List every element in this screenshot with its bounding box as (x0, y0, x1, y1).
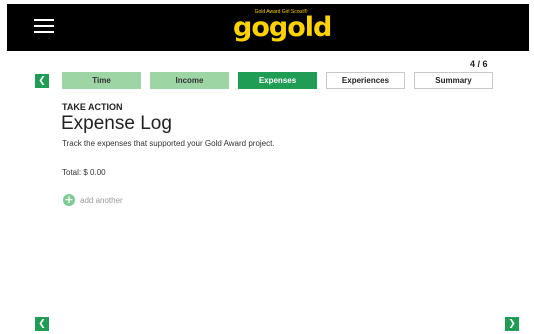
hamburger-menu-icon[interactable] (34, 18, 54, 34)
tab-experiences[interactable]: Experiences (326, 72, 405, 89)
logo-gold: gold (268, 12, 332, 43)
tab-expenses[interactable]: Expenses (238, 72, 317, 89)
next-page-chevron-right-icon[interactable]: ❯ (505, 317, 519, 331)
add-another-label: add another (80, 195, 123, 205)
logo-go: go (233, 12, 270, 43)
app-header: Gold Award Girl Scout® gogold (7, 4, 529, 51)
gogold-logo[interactable]: Gold Award Girl Scout® gogold (231, 9, 333, 47)
tabs-prev-chevron-left-icon[interactable]: ❮ (35, 74, 49, 88)
prev-page-chevron-left-icon[interactable]: ❮ (35, 317, 49, 331)
step-progress: 4 / 6 (470, 59, 488, 69)
add-another-button[interactable]: + add another (63, 194, 123, 206)
section-eyebrow: TAKE ACTION (62, 102, 123, 112)
logo-wordmark: gogold (233, 13, 333, 43)
plus-circle-icon: + (63, 193, 75, 206)
expense-total: Total: $ 0.00 (62, 168, 106, 177)
tab-income[interactable]: Income (150, 72, 229, 89)
page-description: Track the expenses that supported your G… (62, 139, 275, 148)
tab-time[interactable]: Time (62, 72, 141, 89)
tab-summary[interactable]: Summary (414, 72, 493, 89)
page-title: Expense Log (61, 113, 172, 134)
